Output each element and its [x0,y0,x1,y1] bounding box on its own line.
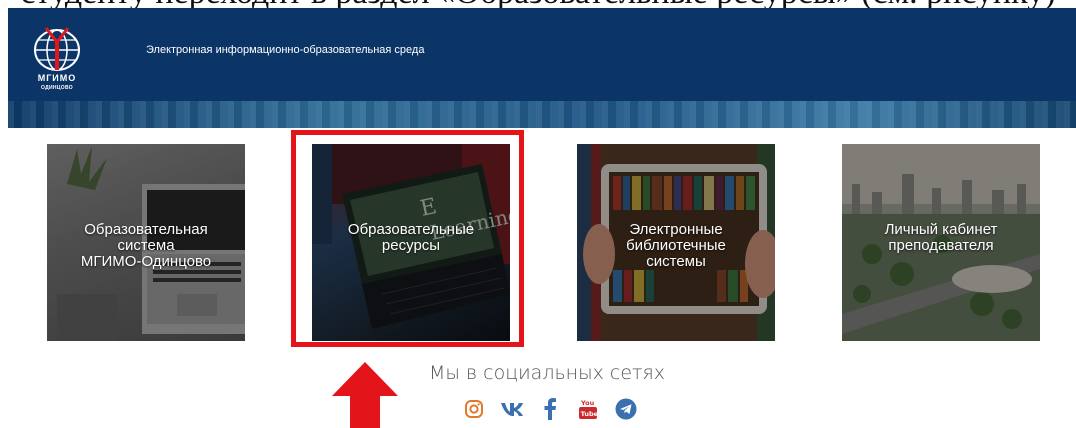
highlight-annotation-box [291,130,524,347]
tile-label-line: преподавателя [888,237,994,254]
svg-text:Tube: Tube [581,410,598,418]
tile-label-line: система [117,237,175,254]
tile-label-line: библиотечные [626,237,726,254]
tile-teacher-account[interactable]: Личный кабинет преподавателя [842,144,1040,341]
site-header: МГИМО ОДИНЦОВО Электронная информационно… [8,8,1076,128]
logo-text: МГИМО [37,73,77,83]
tile-label-line: системы [646,253,706,270]
social-links: You Tube [462,397,652,421]
youtube-icon[interactable]: You Tube [576,397,600,421]
tile-educational-system[interactable]: Образовательная система МГИМО-Одинцово [47,144,245,341]
tile-label-line: Личный кабинет [884,221,998,238]
header-banner-strip [8,101,1076,128]
vk-icon[interactable] [500,397,524,421]
mgimo-logo[interactable]: МГИМО ОДИНЦОВО [22,26,92,104]
logo-subtext: ОДИНЦОВО [41,85,73,91]
tile-label-line: МГИМО-Одинцово [80,253,212,270]
tile-electronic-libraries[interactable]: Электронные библиотечные системы [577,144,775,341]
facebook-icon[interactable] [538,397,562,421]
tile-label: Личный кабинет преподавателя [848,222,1034,254]
tile-label-line: Электронные [629,221,723,238]
social-heading: Мы в социальных сетях [429,362,665,384]
telegram-icon[interactable] [614,397,638,421]
site-title: Электронная информационно-образовательна… [146,44,425,56]
globe-logo-icon [34,27,80,71]
instagram-icon[interactable] [462,397,486,421]
tile-label-line: Образовательная [84,221,208,238]
tile-label: Образовательная система МГИМО-Одинцово [53,222,239,270]
slide-caption: студенту переходит в раздел «Образовател… [0,0,1076,8]
tile-label: Электронные библиотечные системы [583,222,769,270]
page: студенту переходит в раздел «Образовател… [0,0,1076,428]
svg-text:You: You [580,399,595,407]
